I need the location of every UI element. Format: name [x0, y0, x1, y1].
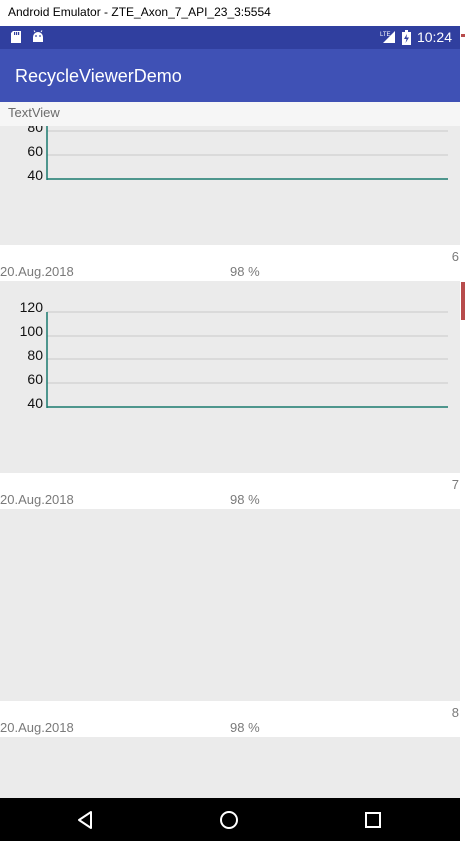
item-index: 7 [451, 477, 459, 492]
window-title: Android Emulator - ZTE_Axon_7_API_23_3:5… [8, 5, 271, 19]
status-time: 10:24 [416, 29, 452, 45]
status-bar: LTE 10:24 [0, 26, 460, 49]
home-icon[interactable] [217, 808, 241, 832]
battery-charging-icon [401, 29, 411, 45]
svg-text:LTE: LTE [380, 32, 391, 38]
header-label: TextView [8, 105, 60, 120]
y-tick-label: 60 [27, 143, 43, 159]
y-tick-label: 40 [27, 395, 43, 411]
list-item-footer[interactable]: 7 20.Aug.2018 98 % [0, 473, 460, 509]
lte-signal-icon: LTE [380, 31, 395, 43]
app-bar: RecycleViewerDemo [0, 49, 460, 102]
edge-marker-top [461, 34, 465, 37]
y-tick-label: 80 [27, 347, 43, 363]
y-tick-label: 40 [27, 167, 43, 183]
item-date: 20.Aug.2018 [0, 720, 74, 735]
y-tick-label: 100 [20, 323, 44, 339]
list-item-footer[interactable]: 6 20.Aug.2018 98 % [0, 245, 460, 281]
chart-card-4[interactable] [0, 737, 460, 798]
y-tick-label: 120 [20, 299, 44, 315]
chart-card-2[interactable]: 120 100 80 60 40 [0, 281, 460, 473]
item-percent: 98 % [230, 492, 260, 507]
navigation-bar [0, 798, 460, 841]
phone-screen: LTE 10:24 RecycleViewerDemo TextView 80 … [0, 26, 460, 841]
item-index: 6 [451, 249, 459, 264]
item-date: 20.Aug.2018 [0, 492, 74, 507]
emulator-window-titlebar: Android Emulator - ZTE_Axon_7_API_23_3:5… [0, 0, 465, 26]
header-textview: TextView [0, 102, 460, 126]
y-tick-label: 80 [27, 126, 43, 135]
item-percent: 98 % [230, 264, 260, 279]
recents-icon[interactable] [361, 808, 385, 832]
back-icon[interactable] [74, 808, 98, 832]
android-icon [33, 30, 43, 42]
emulator-side-edge [460, 26, 465, 841]
item-date: 20.Aug.2018 [0, 264, 74, 279]
item-index: 8 [451, 705, 459, 720]
line-chart-1: 80 60 40 [27, 126, 448, 183]
list-item-footer[interactable]: 8 20.Aug.2018 98 % [0, 701, 460, 737]
chart-card-1[interactable]: 80 60 40 [0, 126, 460, 245]
chart-card-3[interactable] [0, 509, 460, 701]
item-percent: 98 % [230, 720, 260, 735]
y-tick-label: 60 [27, 371, 43, 387]
line-chart-2: 120 100 80 60 40 [20, 299, 448, 411]
app-title: RecycleViewerDemo [15, 66, 182, 86]
sd-card-icon [11, 31, 21, 43]
edge-marker-middle [461, 282, 465, 320]
